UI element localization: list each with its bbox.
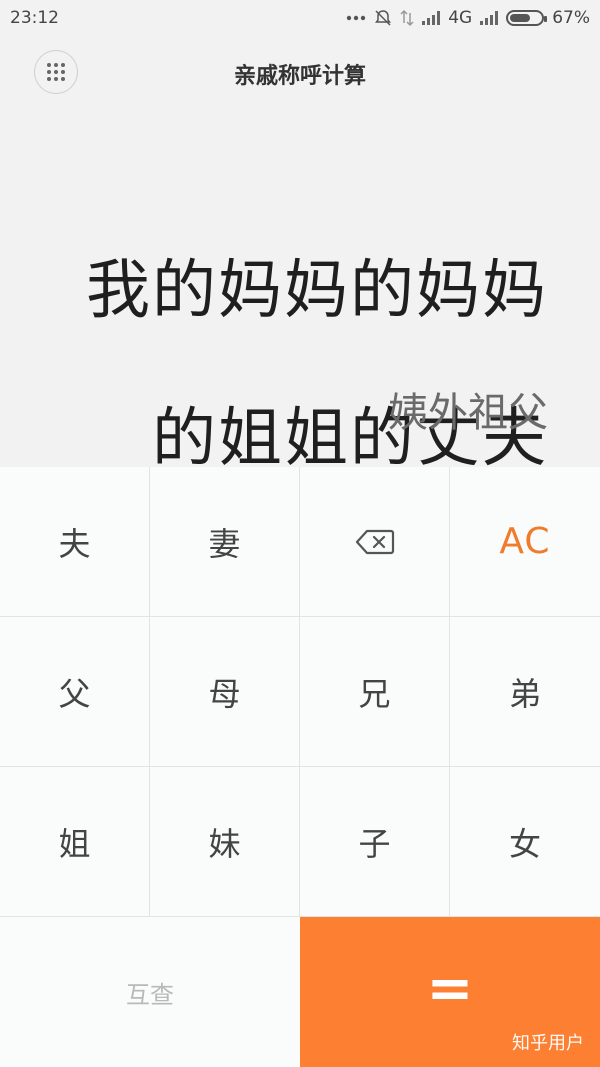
key-younger-sister[interactable]: 妹 bbox=[150, 767, 300, 917]
battery-fill bbox=[510, 14, 531, 22]
clear-all-button[interactable]: AC bbox=[450, 467, 600, 617]
key-father[interactable]: 父 bbox=[0, 617, 150, 767]
more-dots-icon bbox=[346, 9, 366, 27]
status-right-group: 4G 67% bbox=[346, 8, 590, 28]
keypad-bottom-row: 互查 = 知乎用户 bbox=[0, 917, 600, 1067]
key-younger-brother[interactable]: 弟 bbox=[450, 617, 600, 767]
expression-line-1: 我的妈妈的妈妈 bbox=[86, 254, 548, 328]
key-mother[interactable]: 母 bbox=[150, 617, 300, 767]
key-daughter[interactable]: 女 bbox=[450, 767, 600, 917]
backspace-icon bbox=[355, 529, 394, 554]
watermark-text: 知乎用户 bbox=[512, 1033, 584, 1054]
status-bar: 23:12 4G 67% bbox=[0, 0, 600, 36]
signal-strength-icon bbox=[422, 11, 441, 25]
battery-percent: 67% bbox=[552, 8, 590, 28]
key-elder-brother[interactable]: 兄 bbox=[300, 617, 450, 767]
app-header: 亲戚称呼计算 bbox=[0, 40, 600, 104]
keypad: 夫 妻 AC 父 母 兄 弟 姐 妹 子 女 互查 = 知乎用户 bbox=[0, 467, 600, 1067]
compare-button[interactable]: 互查 bbox=[0, 917, 300, 1067]
status-time: 23:12 bbox=[10, 8, 59, 28]
mute-bell-icon bbox=[374, 9, 392, 27]
equals-button[interactable]: = 知乎用户 bbox=[300, 917, 600, 1067]
key-wife[interactable]: 妻 bbox=[150, 467, 300, 617]
equals-symbol: = bbox=[426, 956, 474, 1021]
result-text: 姨外祖父 bbox=[388, 390, 548, 436]
battery-icon bbox=[506, 10, 548, 26]
page-title: 亲戚称呼计算 bbox=[233, 64, 366, 89]
key-elder-sister[interactable]: 姐 bbox=[0, 767, 150, 917]
data-transfer-icon bbox=[400, 9, 414, 27]
key-son[interactable]: 子 bbox=[300, 767, 450, 917]
key-husband[interactable]: 夫 bbox=[0, 467, 150, 617]
network-type: 4G bbox=[448, 8, 473, 28]
keypad-grid: 夫 妻 AC 父 母 兄 弟 姐 妹 子 女 bbox=[0, 467, 600, 917]
backspace-button[interactable] bbox=[300, 467, 450, 617]
signal-strength-icon-2 bbox=[480, 11, 499, 25]
